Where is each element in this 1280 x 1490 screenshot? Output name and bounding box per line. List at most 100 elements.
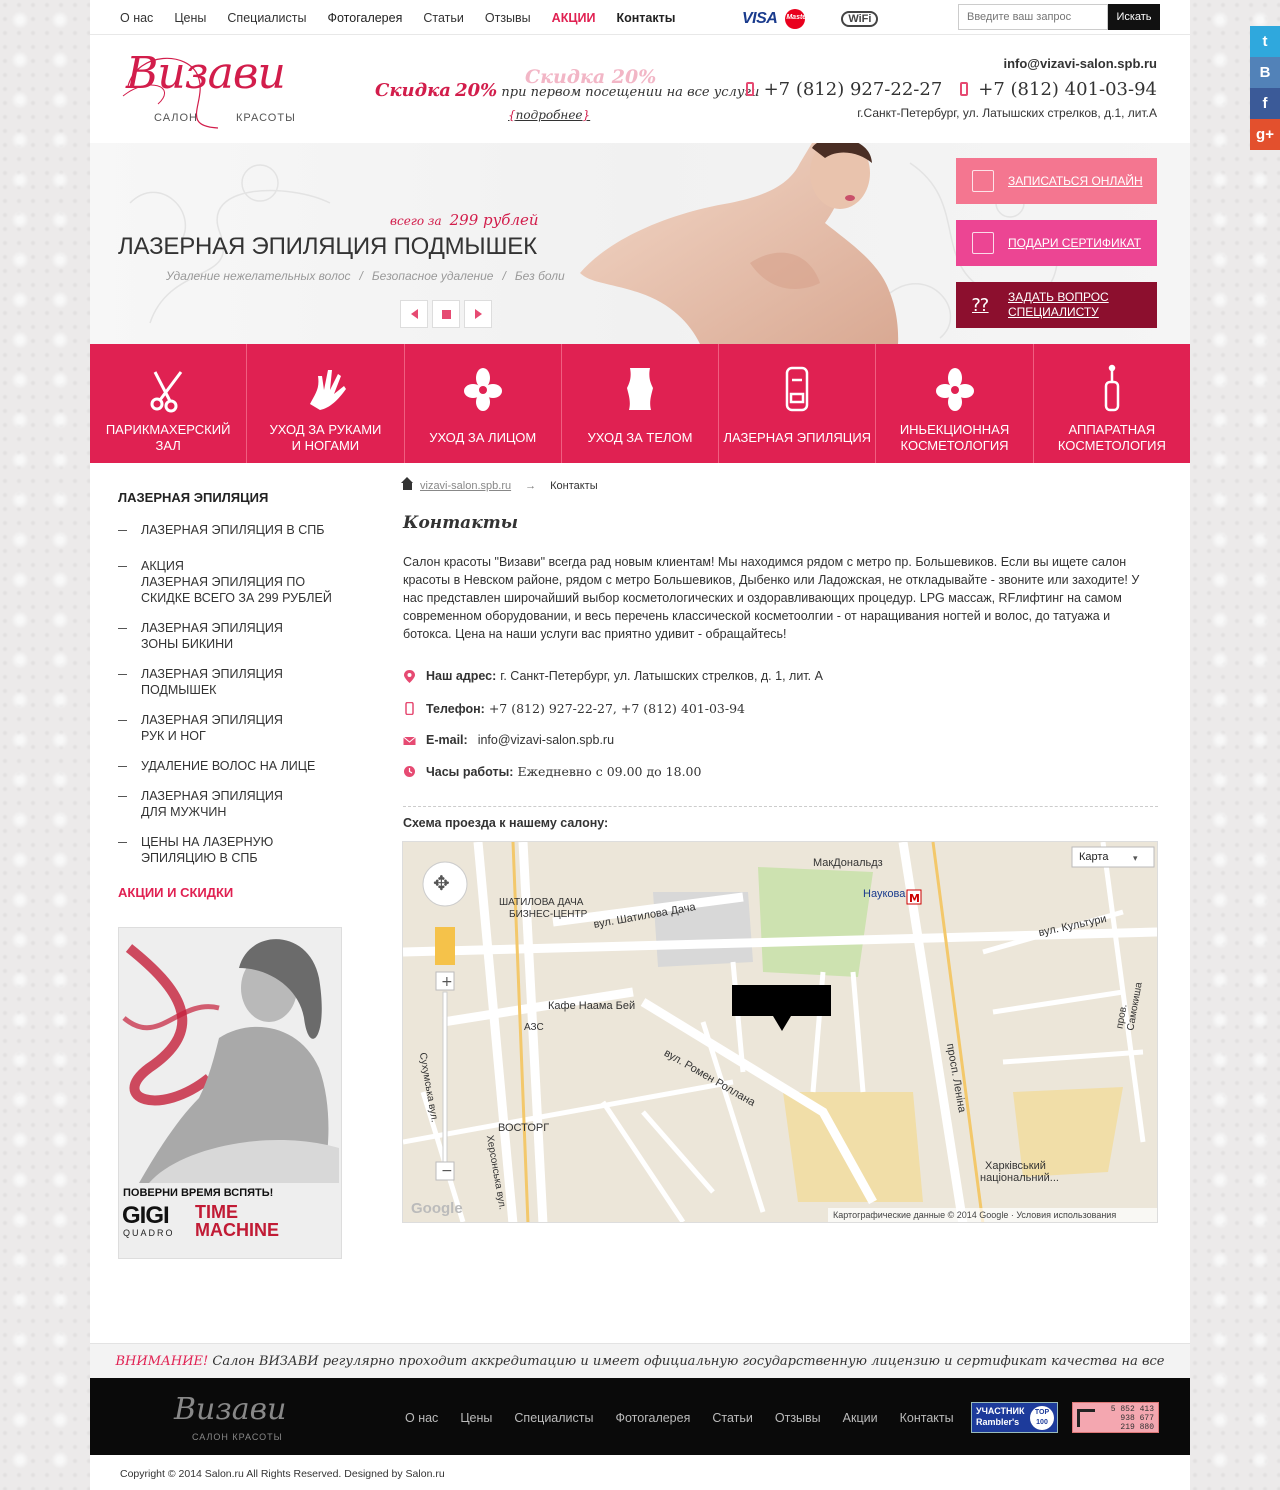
- envelope-icon: [403, 736, 416, 745]
- service-body[interactable]: УХОД ЗА ТЕЛОМ: [562, 344, 720, 463]
- banner-caption: ПОВЕРНИ ВРЕМЯ ВСПЯТЬ!: [123, 1187, 274, 1199]
- nav-contacts[interactable]: Контакты: [616, 11, 675, 25]
- slider-prev-button[interactable]: [400, 300, 428, 328]
- map-attribution[interactable]: Картографические данные © 2014 Google · …: [833, 1210, 1116, 1220]
- location-pin-icon: [404, 669, 415, 683]
- slider-pause-button[interactable]: [432, 300, 460, 328]
- sidebar-item[interactable]: ЛАЗЕРНАЯ ЭПИЛЯЦИЯ ПОДМЫШЕК: [118, 666, 348, 698]
- logo[interactable]: Визави САЛОН КРАСОТЫ: [118, 46, 295, 131]
- corset-icon: [626, 368, 653, 410]
- phone-row: Телефон: +7 (812) 927-22-27, +7 (812) 401…: [403, 701, 1163, 716]
- service-laser[interactable]: ЛАЗЕРНАЯ ЭПИЛЯЦИЯ: [719, 344, 877, 463]
- sidebar-item[interactable]: АКЦИЯ ЛАЗЕРНАЯ ЭПИЛЯЦИЯ ПО СКИДКЕ ВСЕГО ЗА…: [118, 558, 348, 606]
- home-icon[interactable]: [401, 477, 413, 490]
- footer-nav-articles[interactable]: Статьи: [712, 1411, 753, 1425]
- top-bar: О нас Цены Специалисты Фотогалерея Стать…: [90, 0, 1190, 35]
- promo-more-link[interactable]: {подробнее}: [508, 108, 590, 122]
- service-face[interactable]: УХОД ЗА ЛИЦОМ: [405, 344, 562, 463]
- hero-slider: всего за 299 рублей ЛАЗЕРНАЯ ЭПИЛЯЦИЯ ПОД…: [90, 143, 1190, 344]
- address-row: Наш адрес: г. Санкт-Петербург, ул. Латышс…: [403, 669, 1163, 683]
- service-hairdressing[interactable]: ПАРИКМАХЕРСКИЙ ЗАЛ: [90, 344, 248, 463]
- google-logo: Google: [411, 1200, 463, 1217]
- search-form: Искать: [958, 4, 1160, 30]
- breadcrumb: vizavi-salon.spb.ru → Контакты: [401, 477, 598, 492]
- header-promo: Скидка 20% Скидка 20% при первом посещен…: [375, 66, 759, 122]
- header-contacts: info@vizavi-salon.spb.ru +7 (812) 927-22…: [745, 56, 1157, 120]
- service-hands-feet[interactable]: УХОД ЗА РУКАМИ И НОГАМИ: [247, 344, 405, 463]
- sidebar-item[interactable]: ЦЕНЫ НА ЛАЗЕРНУЮ ЭПИЛЯЦИЮ В СПБ: [118, 834, 348, 866]
- logo-subtitle: САЛОН КРАСОТЫ: [154, 112, 296, 124]
- service-apparatus[interactable]: АППАРАТНАЯ КОСМЕТОЛОГИЯ: [1034, 344, 1190, 463]
- svg-text:✥: ✥: [433, 871, 450, 895]
- visa-logo: VISA: [742, 10, 778, 27]
- footer-logo[interactable]: Визави САЛОН КРАСОТЫ: [170, 1386, 300, 1448]
- page-title: Контакты: [403, 513, 518, 533]
- nav-about[interactable]: О нас: [120, 11, 153, 25]
- search-button[interactable]: Искать: [1108, 4, 1160, 30]
- page: О нас Цены Специалисты Фотогалерея Стать…: [90, 0, 1190, 1490]
- footer-nav-promotions[interactable]: Акции: [843, 1411, 878, 1425]
- facebook-icon[interactable]: f: [1250, 88, 1280, 119]
- slider-controls: [400, 300, 492, 328]
- breadcrumb-current: Контакты: [550, 480, 598, 492]
- nav-promotions[interactable]: АКЦИИ: [552, 11, 596, 25]
- footer-nav-prices[interactable]: Цены: [460, 1411, 492, 1425]
- banner-sub: QUADRO: [123, 1228, 175, 1238]
- promotions-heading: АКЦИИ И СКИДКИ: [118, 885, 234, 900]
- footer-nav-about[interactable]: О нас: [405, 1411, 438, 1425]
- copyright: Copyright © 2014 Salon.ru All Rights Res…: [120, 1468, 445, 1480]
- gift-icon: [972, 232, 994, 254]
- header-phone-2[interactable]: +7 (812) 401-03-94: [960, 79, 1157, 100]
- map[interactable]: ✥ + − M ▾ Карта МакДональдз Наукова ШАТИ…: [402, 841, 1158, 1223]
- scissors-icon: [150, 371, 183, 413]
- promo-banner[interactable]: ПОВЕРНИ ВРЕМЯ ВСПЯТЬ! GIGI TIME MACHINE Q…: [118, 927, 342, 1259]
- header-phone-1[interactable]: +7 (812) 927-22-27: [745, 79, 942, 100]
- search-input[interactable]: [958, 4, 1108, 30]
- map-type-select[interactable]: Карта: [1079, 851, 1108, 863]
- promo-ghost-text: Скидка 20%: [525, 66, 657, 88]
- top-nav: О нас Цены Специалисты Фотогалерея Стать…: [120, 11, 696, 25]
- promo-value: 20%: [455, 80, 498, 101]
- orchid-icon: [935, 368, 974, 411]
- ask-specialist-button[interactable]: ⁇ ЗАДАТЬ ВОПРОС СПЕЦИАЛИСТУ: [956, 282, 1157, 328]
- clock-icon: [404, 766, 415, 777]
- footer-nav-specialists[interactable]: Специалисты: [514, 1411, 593, 1425]
- book-online-button[interactable]: ЗАПИСАТЬСЯ ОНЛАЙН: [956, 158, 1157, 204]
- sidebar-item[interactable]: ЛАЗЕРНАЯ ЭПИЛЯЦИЯ ДЛЯ МУЖЧИН: [118, 788, 348, 820]
- slider-next-button[interactable]: [464, 300, 492, 328]
- twitter-icon[interactable]: t: [1250, 26, 1280, 57]
- visit-counter[interactable]: 5 852 413 938 677 219 880: [1072, 1402, 1159, 1433]
- gift-certificate-button[interactable]: ПОДАРИ СЕРТИФИКАТ: [956, 220, 1157, 266]
- phone-icon: [745, 82, 754, 96]
- orchid-icon: [463, 368, 502, 411]
- nav-articles[interactable]: Статьи: [423, 11, 464, 25]
- map-heading: Схема проезда к нашему салону:: [403, 816, 609, 830]
- breadcrumb-home-link[interactable]: vizavi-salon.spb.ru: [420, 480, 511, 492]
- vk-icon[interactable]: B: [1250, 57, 1280, 88]
- footer-nav-reviews[interactable]: Отзывы: [775, 1411, 821, 1425]
- footer-nav: О нас Цены Специалисты Фотогалерея Стать…: [405, 1411, 976, 1425]
- nav-specialists[interactable]: Специалисты: [227, 11, 306, 25]
- svg-text:+: +: [441, 974, 453, 990]
- google-plus-icon[interactable]: g+: [1250, 119, 1280, 150]
- nav-reviews[interactable]: Отзывы: [485, 11, 531, 25]
- laser-device-icon: [786, 366, 809, 412]
- footer: Визави САЛОН КРАСОТЫ О нас Цены Специали…: [90, 1378, 1190, 1455]
- sidebar-item[interactable]: ЛАЗЕРНАЯ ЭПИЛЯЦИЯ ЗОНЫ БИКИНИ: [118, 620, 348, 652]
- email-row: E-mail: info@vizavi-salon.spb.ru: [403, 733, 1163, 747]
- sidebar-item[interactable]: ЛАЗЕРНАЯ ЭПИЛЯЦИЯ В СПБ: [118, 522, 348, 538]
- rambler-top100-badge[interactable]: УЧАСТНИК Rambler's TOP 100: [971, 1402, 1058, 1433]
- slide-title: ЛАЗЕРНАЯ ЭПИЛЯЦИЯ ПОДМЫШЕК: [118, 233, 537, 260]
- slide-subtitles: Удаление нежелательных волос / Безопасное …: [166, 269, 565, 283]
- nav-gallery[interactable]: Фотогалерея: [327, 11, 402, 25]
- sidebar-item[interactable]: УДАЛЕНИЕ ВОЛОС НА ЛИЦЕ: [118, 758, 348, 774]
- banner-brand: GIGI: [122, 1202, 170, 1229]
- hand-icon: [310, 370, 347, 410]
- nav-prices[interactable]: Цены: [174, 11, 206, 25]
- service-injection[interactable]: ИНЬЕКЦИОННАЯ КОСМЕТОЛОГИЯ: [876, 344, 1034, 463]
- header-email[interactable]: info@vizavi-salon.spb.ru: [746, 56, 1157, 71]
- header-address: г.Санкт-Петербург, ул. Латышских стрелко…: [857, 106, 1157, 120]
- footer-nav-gallery[interactable]: Фотогалерея: [615, 1411, 690, 1425]
- sidebar-item[interactable]: ЛАЗЕРНАЯ ЭПИЛЯЦИЯ РУК И НОГ: [118, 712, 348, 744]
- footer-nav-contacts[interactable]: Контакты: [900, 1411, 954, 1425]
